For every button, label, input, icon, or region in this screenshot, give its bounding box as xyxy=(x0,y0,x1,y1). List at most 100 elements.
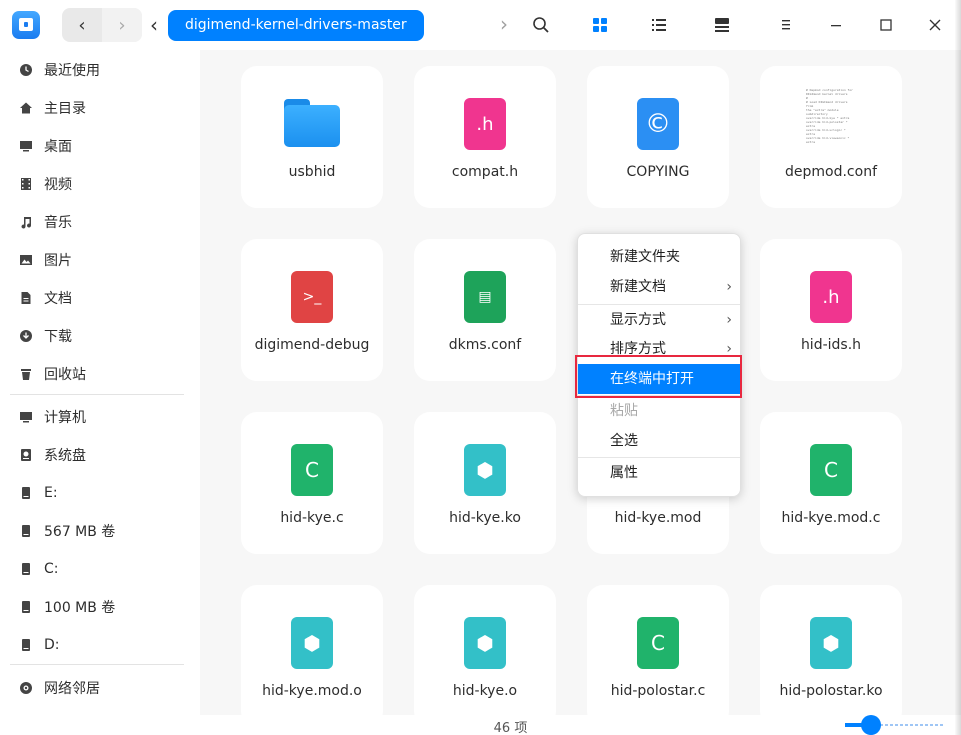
file-item-hid-kye-mod-o[interactable]: ⬢ hid-kye.mod.o xyxy=(241,585,383,715)
file-name: compat.h xyxy=(451,164,519,180)
menu-item-select-all[interactable]: 全选 xyxy=(578,426,740,456)
sidebar-item-label: 网络邻居 xyxy=(44,681,100,697)
picture-icon xyxy=(18,252,34,268)
back-button[interactable]: ‹ xyxy=(62,8,102,42)
menu-item-new-document[interactable]: 新建文档 › xyxy=(578,272,740,302)
close-icon xyxy=(929,19,941,31)
icon-view-button[interactable] xyxy=(586,11,614,39)
minimize-button[interactable] xyxy=(822,11,850,39)
file-item-hid-kye-mod-c[interactable]: C hid-kye.mod.c xyxy=(760,412,902,554)
config-file-icon: ▤ xyxy=(464,271,506,323)
sidebar-item-drive-e[interactable]: E: xyxy=(10,476,184,510)
sidebar-item-downloads[interactable]: 下载 xyxy=(10,319,184,353)
detail-view-button[interactable] xyxy=(708,11,736,39)
menu-item-properties[interactable]: 属性 xyxy=(578,458,740,488)
sidebar-item-documents[interactable]: 文档 xyxy=(10,281,184,315)
breadcrumb-current[interactable]: digimend-kernel-drivers-master xyxy=(168,10,424,41)
network-icon xyxy=(18,680,34,696)
text-preview-thumbnail: # Depmod configuration for DIGImend kern… xyxy=(804,86,856,152)
file-name: COPYING xyxy=(626,164,690,180)
folder-icon xyxy=(284,99,340,147)
sidebar-item-label: 视频 xyxy=(44,177,72,193)
sidebar-item-recent[interactable]: 最近使用 xyxy=(10,53,184,87)
file-item-hid-kye-ko[interactable]: ⬢ hid-kye.ko xyxy=(414,412,556,554)
file-name: hid-kye.mod.o xyxy=(262,683,362,699)
sidebar-item-label: 下载 xyxy=(44,329,72,345)
menu-item-new-folder[interactable]: 新建文件夹 xyxy=(578,242,740,272)
maximize-icon xyxy=(880,19,892,31)
file-item-hid-ids-h[interactable]: .h hid-ids.h xyxy=(760,239,902,381)
home-icon xyxy=(18,100,34,116)
menu-item-sort-by[interactable]: 排序方式 › xyxy=(578,334,740,364)
drive-icon xyxy=(18,561,34,577)
sidebar-item-label: 桌面 xyxy=(44,139,72,155)
sidebar-item-music[interactable]: 音乐 xyxy=(10,205,184,239)
file-item-compat-h[interactable]: .h compat.h xyxy=(414,66,556,208)
forward-button[interactable]: › xyxy=(102,8,142,42)
file-item-copying[interactable]: © COPYING xyxy=(587,66,729,208)
header-file-icon: .h xyxy=(810,271,852,323)
minimize-icon xyxy=(831,25,841,27)
sidebar-item-home[interactable]: 主目录 xyxy=(10,91,184,125)
sidebar-item-network[interactable]: 网络邻居 xyxy=(10,671,184,705)
sidebar-item-label: 文档 xyxy=(44,291,72,307)
file-item-dkms-conf[interactable]: ▤ dkms.conf xyxy=(414,239,556,381)
menu-item-display-mode[interactable]: 显示方式 › xyxy=(578,305,740,335)
sidebar-item-videos[interactable]: 视频 xyxy=(10,167,184,201)
sidebar-item-100mb-volume[interactable]: 100 MB 卷 xyxy=(10,590,184,624)
file-item-usbhid[interactable]: usbhid xyxy=(241,66,383,208)
desktop-icon xyxy=(18,138,34,154)
file-name: hid-polostar.ko xyxy=(779,683,883,699)
drive-icon xyxy=(18,599,34,615)
close-button[interactable] xyxy=(921,11,949,39)
breadcrumb-next-arrow-icon[interactable]: › xyxy=(500,12,508,36)
system-disk-icon xyxy=(18,447,34,463)
kernel-module-icon: ⬢ xyxy=(464,444,506,496)
file-item-digimend-debug[interactable]: >_ digimend-debug xyxy=(241,239,383,381)
sidebar-item-label: 回收站 xyxy=(44,367,86,383)
maximize-button[interactable] xyxy=(872,11,900,39)
breadcrumb-prev-arrow-icon[interactable]: ‹ xyxy=(146,13,162,37)
menu-item-paste[interactable]: 粘贴 xyxy=(578,396,740,426)
computer-icon xyxy=(18,409,34,425)
file-item-hid-polostar-c[interactable]: C hid-polostar.c xyxy=(587,585,729,715)
window-edge-shadow xyxy=(955,0,961,735)
submenu-arrow-icon: › xyxy=(726,312,732,328)
file-name: hid-kye.ko xyxy=(449,510,521,526)
file-name: digimend-debug xyxy=(254,337,370,353)
file-item-hid-kye-c[interactable]: C hid-kye.c xyxy=(241,412,383,554)
zoom-slider-handle[interactable] xyxy=(861,715,881,735)
menu-item-open-in-terminal[interactable]: 在终端中打开 xyxy=(578,364,740,394)
sidebar-item-drive-d[interactable]: D: xyxy=(10,628,184,662)
sidebar-item-label: 计算机 xyxy=(44,410,86,426)
c-source-file-icon: C xyxy=(291,444,333,496)
file-item-hid-polostar-ko[interactable]: ⬢ hid-polostar.ko xyxy=(760,585,902,715)
submenu-arrow-icon: › xyxy=(726,341,732,357)
sidebar-item-567mb-volume[interactable]: 567 MB 卷 xyxy=(10,514,184,548)
file-name: usbhid xyxy=(288,164,336,180)
file-name: hid-kye.o xyxy=(452,683,518,699)
sidebar-item-label: D: xyxy=(44,637,60,653)
sidebar-item-label: C: xyxy=(44,561,59,577)
sidebar-item-trash[interactable]: 回收站 xyxy=(10,357,184,391)
sidebar-item-system-disk[interactable]: 系统盘 xyxy=(10,438,184,472)
list-view-button[interactable] xyxy=(645,11,673,39)
file-item-hid-kye-o[interactable]: ⬢ hid-kye.o xyxy=(414,585,556,715)
file-item-depmod-conf[interactable]: # Depmod configuration for DIGImend kern… xyxy=(760,66,902,208)
sidebar-divider xyxy=(10,394,184,395)
sidebar-item-pictures[interactable]: 图片 xyxy=(10,243,184,277)
copyright-file-icon: © xyxy=(637,98,679,150)
search-icon xyxy=(533,17,549,33)
drive-icon xyxy=(18,637,34,653)
context-menu: 新建文件夹 新建文档 › 显示方式 › 排序方式 › 在终端中打开 粘贴 全选 … xyxy=(577,233,741,497)
sidebar-item-desktop[interactable]: 桌面 xyxy=(10,129,184,163)
sidebar-divider xyxy=(10,664,184,665)
sidebar-item-computer[interactable]: 计算机 xyxy=(10,400,184,434)
sidebar-item-label: 主目录 xyxy=(44,101,86,117)
grid-view-icon xyxy=(593,18,607,32)
main-menu-button[interactable] xyxy=(772,11,800,39)
sidebar-item-drive-c[interactable]: C: xyxy=(10,552,184,586)
search-button[interactable] xyxy=(527,11,555,39)
drive-icon xyxy=(18,485,34,501)
chevron-left-icon: ‹ xyxy=(78,14,86,36)
